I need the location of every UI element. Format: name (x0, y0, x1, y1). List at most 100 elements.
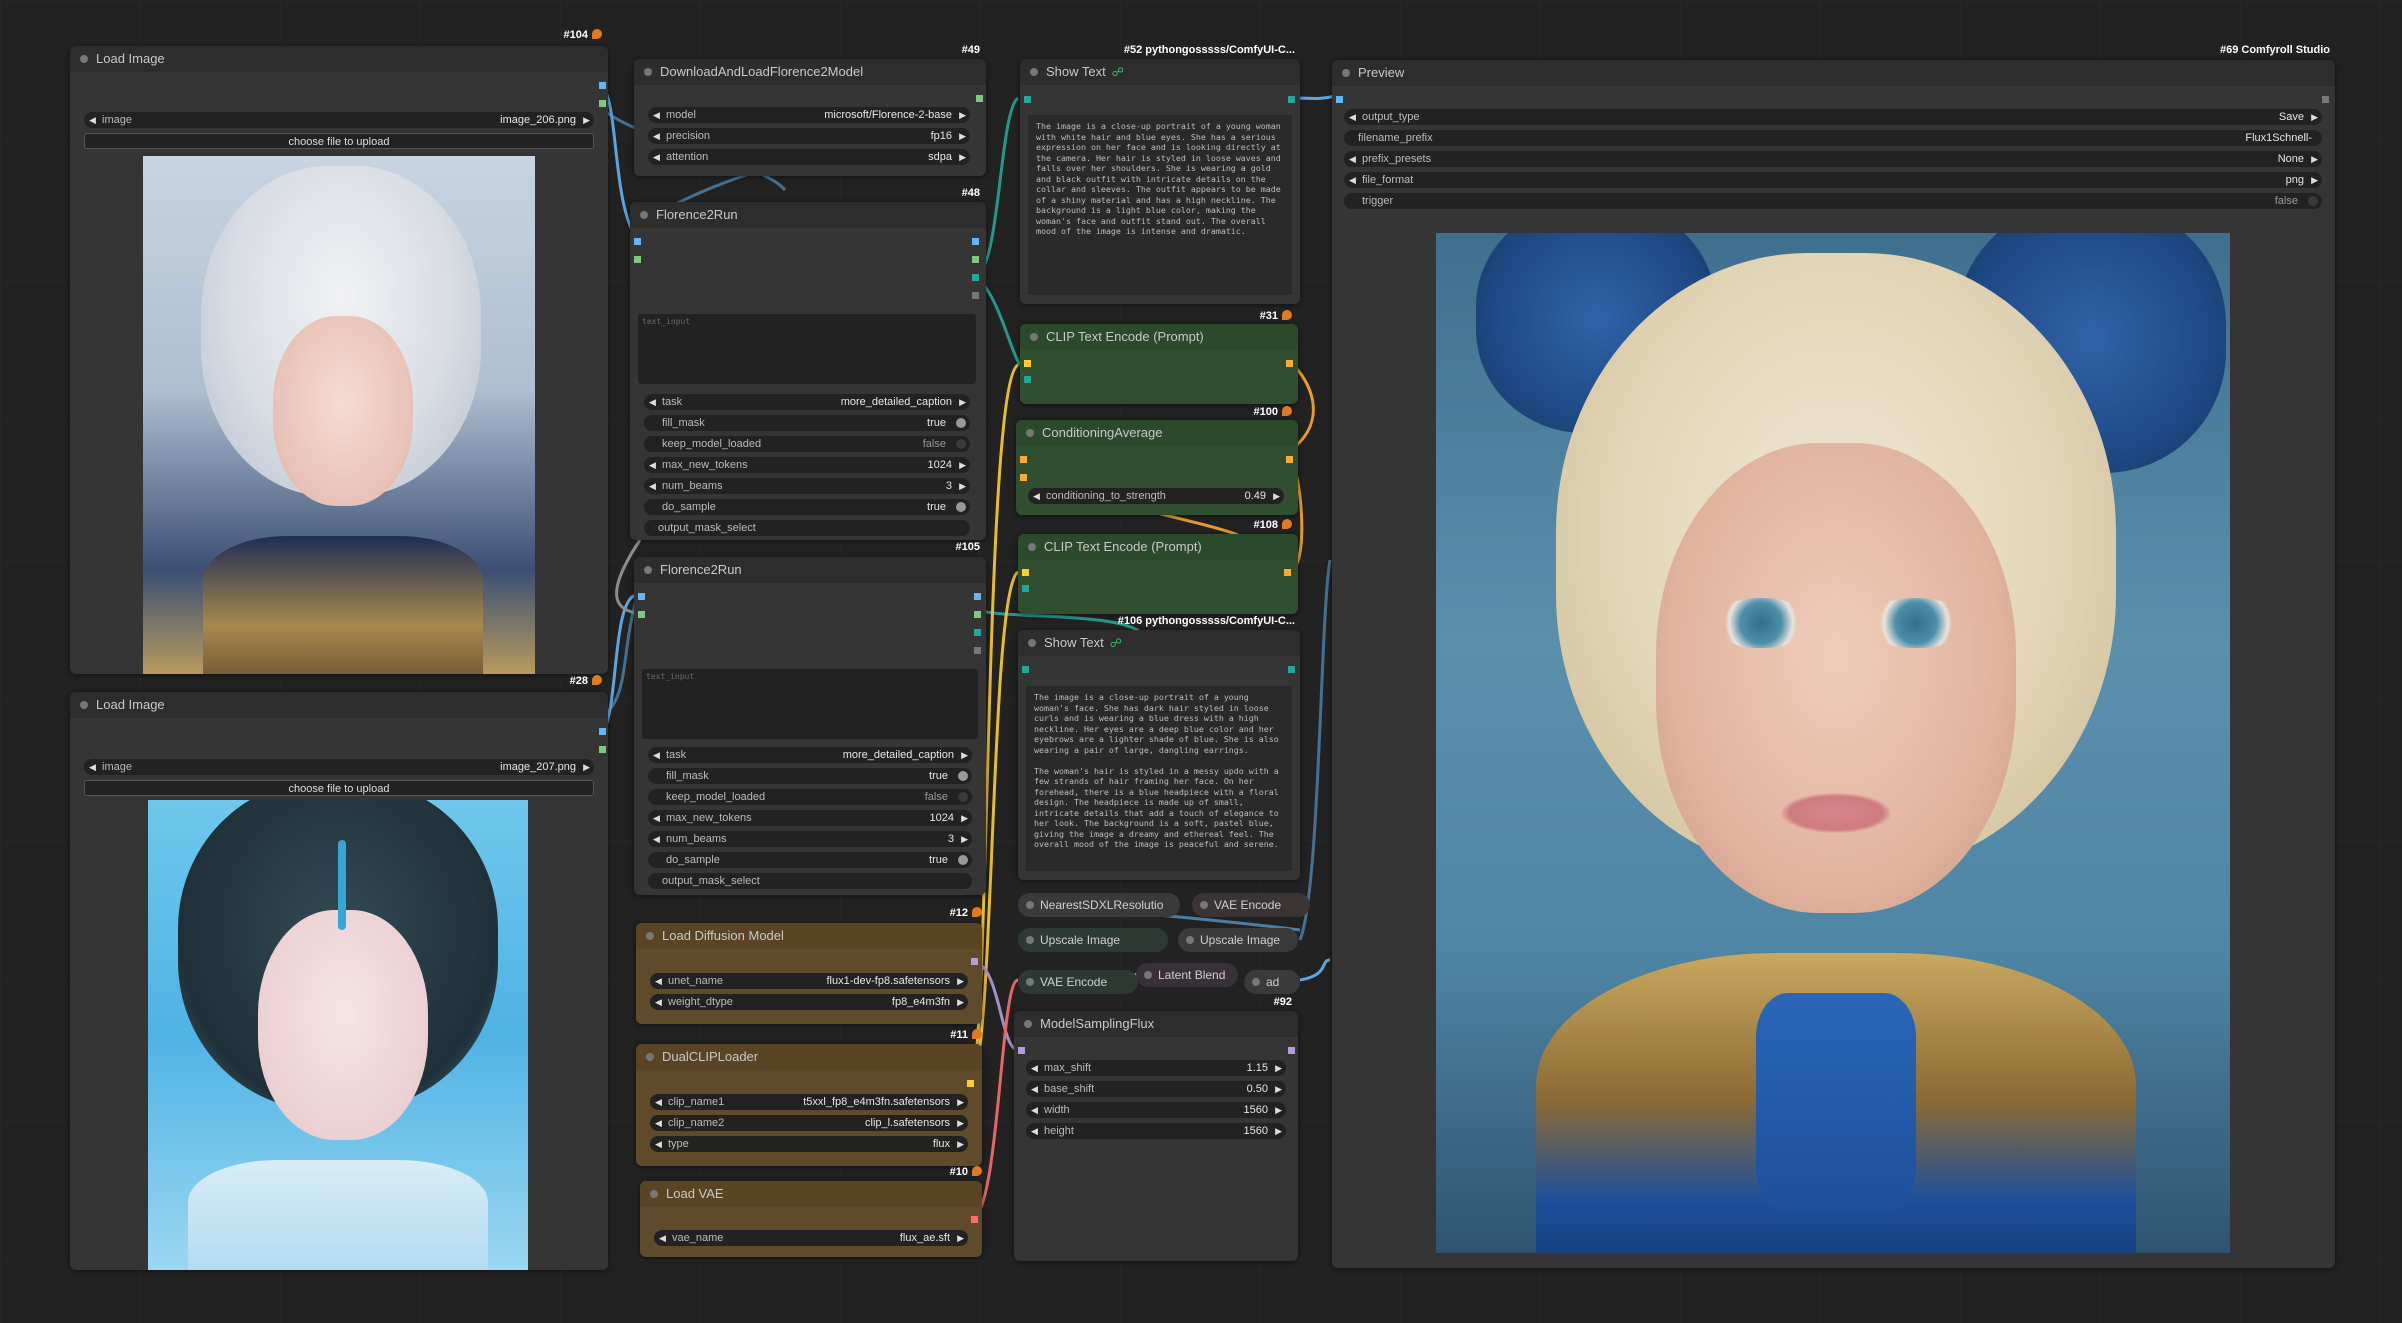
images-input-socket[interactable] (1336, 96, 1343, 103)
arrow-right-icon[interactable]: ▶ (959, 478, 966, 494)
node-title[interactable]: CLIP Text Encode (Prompt) (1018, 534, 1298, 560)
max-new-tokens-stepper[interactable]: ◀ max_new_tokens 1024 ▶ (648, 810, 972, 826)
arrow-right-icon[interactable]: ▶ (957, 973, 964, 989)
conditioning-output-socket[interactable] (1284, 569, 1291, 576)
fill-mask-toggle[interactable]: fill_mask true (644, 415, 970, 431)
collapse-dot-icon[interactable] (1342, 69, 1350, 77)
arrow-left-icon[interactable]: ◀ (1349, 109, 1356, 125)
image-output-socket[interactable] (599, 728, 606, 735)
collapse-dot-icon[interactable] (640, 211, 648, 219)
florence-model-input-socket[interactable] (634, 256, 641, 263)
clip-input-socket[interactable] (1022, 569, 1029, 576)
node-title[interactable]: Load Image (70, 692, 608, 718)
unet-name-combo[interactable]: ◀ unet_name flux1-dev-fp8.safetensors ▶ (650, 973, 968, 989)
florence-loader-node[interactable]: DownloadAndLoadFlorence2Model ◀ model micr… (634, 59, 986, 176)
output-socket[interactable] (2322, 96, 2329, 103)
arrow-left-icon[interactable]: ◀ (649, 478, 656, 494)
string-output-socket[interactable] (1288, 666, 1295, 673)
load-image-node-2[interactable]: Load Image ◀ image image_207.png ▶ choose f… (70, 692, 608, 1270)
max-shift-stepper[interactable]: ◀ max_shift 1.15 ▶ (1026, 1060, 1286, 1076)
arrow-left-icon[interactable]: ◀ (1349, 172, 1356, 188)
data-output-socket[interactable] (974, 647, 981, 654)
arrow-left-icon[interactable]: ◀ (1031, 1081, 1038, 1097)
file-format-combo[interactable]: ◀ file_format png ▶ (1344, 172, 2322, 188)
caption-output-text[interactable]: The image is a close-up portrait of a yo… (1028, 115, 1292, 295)
arrow-right-icon[interactable]: ▶ (957, 1136, 964, 1152)
collapse-dot-icon[interactable] (1026, 936, 1034, 944)
node-title[interactable]: Show Text ☍ (1018, 630, 1300, 656)
collapse-dot-icon[interactable] (646, 932, 654, 940)
collapse-dot-icon[interactable] (1026, 901, 1034, 909)
filename-prefix-field[interactable]: filename_prefix Flux1Schnell- (1344, 130, 2322, 146)
clip-text-encode-node-1[interactable]: CLIP Text Encode (Prompt) (1020, 324, 1298, 404)
arrow-left-icon[interactable]: ◀ (1349, 151, 1356, 167)
arrow-left-icon[interactable]: ◀ (649, 457, 656, 473)
conditioning-to-input-socket[interactable] (1020, 456, 1027, 463)
arrow-right-icon[interactable]: ▶ (2311, 151, 2318, 167)
arrow-right-icon[interactable]: ▶ (1275, 1102, 1282, 1118)
preview-node[interactable]: Preview ◀ output_type Save ▶ filename_prefi… (1332, 60, 2335, 1268)
string-output-socket[interactable] (1288, 96, 1295, 103)
dual-clip-loader-node[interactable]: DualCLIPLoader ◀ clip_name1 t5xxl_fp8_e4m3… (636, 1044, 982, 1166)
arrow-right-icon[interactable]: ▶ (959, 394, 966, 410)
base-shift-stepper[interactable]: ◀ base_shift 0.50 ▶ (1026, 1081, 1286, 1097)
mask-output-socket[interactable] (972, 256, 979, 263)
mask-output-socket[interactable] (974, 611, 981, 618)
collapse-dot-icon[interactable] (1144, 971, 1152, 979)
image-output-socket[interactable] (974, 593, 981, 600)
conditioning-output-socket[interactable] (1286, 456, 1293, 463)
image-input-socket[interactable] (634, 238, 641, 245)
arrow-right-icon[interactable]: ▶ (957, 1115, 964, 1131)
clip-name1-combo[interactable]: ◀ clip_name1 t5xxl_fp8_e4m3fn.safetensors ▶ (650, 1094, 968, 1110)
text-input-socket[interactable] (1022, 585, 1029, 592)
collapse-dot-icon[interactable] (650, 1190, 658, 1198)
height-stepper[interactable]: ◀ height 1560 ▶ (1026, 1123, 1286, 1139)
text-input-field[interactable]: text_input (638, 314, 976, 384)
arrow-left-icon[interactable]: ◀ (655, 1115, 662, 1131)
load-vae-node[interactable]: Load VAE ◀ vae_name flux_ae.sft ▶ (640, 1181, 982, 1257)
arrow-right-icon[interactable]: ▶ (1273, 488, 1280, 504)
collapse-dot-icon[interactable] (1024, 1020, 1032, 1028)
conditioning-average-node[interactable]: ConditioningAverage ◀ conditioning_to_str… (1016, 420, 1298, 515)
collapse-dot-icon[interactable] (1028, 639, 1036, 647)
node-title[interactable]: Load Diffusion Model (636, 923, 982, 949)
arrow-left-icon[interactable]: ◀ (653, 107, 660, 123)
clip-input-socket[interactable] (1024, 360, 1031, 367)
node-title[interactable]: DownloadAndLoadFlorence2Model (634, 59, 986, 85)
collapse-dot-icon[interactable] (80, 701, 88, 709)
arrow-left-icon[interactable]: ◀ (89, 759, 96, 775)
arrow-left-icon[interactable]: ◀ (655, 1094, 662, 1110)
conditioning-to-strength-slider[interactable]: ◀ conditioning_to_strength 0.49 ▶ (1028, 488, 1284, 504)
data-output-socket[interactable] (972, 292, 979, 299)
num-beams-stepper[interactable]: ◀ num_beams 3 ▶ (648, 831, 972, 847)
node-title[interactable]: Load Image (70, 46, 608, 72)
florence-run-node-2[interactable]: Florence2Run text_input ◀ task more_detail… (634, 557, 986, 895)
caption-output-text[interactable]: The image is a close-up portrait of a yo… (1026, 686, 1292, 871)
image-output-socket[interactable] (972, 238, 979, 245)
arrow-right-icon[interactable]: ▶ (957, 1094, 964, 1110)
caption-output-socket[interactable] (972, 274, 979, 281)
arrow-left-icon[interactable]: ◀ (655, 973, 662, 989)
arrow-left-icon[interactable]: ◀ (659, 1230, 666, 1246)
arrow-left-icon[interactable]: ◀ (1031, 1102, 1038, 1118)
latent-blend-node[interactable]: Latent Blend (1136, 963, 1238, 987)
vae-encode-node-2[interactable]: VAE Encode (1018, 970, 1138, 994)
arrow-left-icon[interactable]: ◀ (655, 994, 662, 1010)
node-title[interactable]: CLIP Text Encode (Prompt) (1020, 324, 1298, 350)
collapse-dot-icon[interactable] (646, 1053, 654, 1061)
collapse-dot-icon[interactable] (1028, 543, 1036, 551)
upload-button[interactable]: choose file to upload (84, 133, 594, 149)
task-combo[interactable]: ◀ task more_detailed_caption ▶ (644, 394, 970, 410)
model-sampling-flux-node[interactable]: ModelSamplingFlux ◀ max_shift 1.15 ▶ ◀ base_… (1014, 1011, 1298, 1261)
arrow-left-icon[interactable]: ◀ (653, 747, 660, 763)
arrow-left-icon[interactable]: ◀ (1031, 1060, 1038, 1076)
num-beams-stepper[interactable]: ◀ num_beams 3 ▶ (644, 478, 970, 494)
vae-output-socket[interactable] (971, 1216, 978, 1223)
image-combo[interactable]: ◀ image image_206.png ▶ (84, 112, 594, 128)
node-title[interactable]: Load VAE (640, 1181, 982, 1207)
collapse-dot-icon[interactable] (80, 55, 88, 63)
node-title[interactable]: ConditioningAverage (1016, 420, 1298, 446)
arrow-right-icon[interactable]: ▶ (2311, 172, 2318, 188)
arrow-left-icon[interactable]: ◀ (653, 128, 660, 144)
task-combo[interactable]: ◀ task more_detailed_caption ▶ (648, 747, 972, 763)
